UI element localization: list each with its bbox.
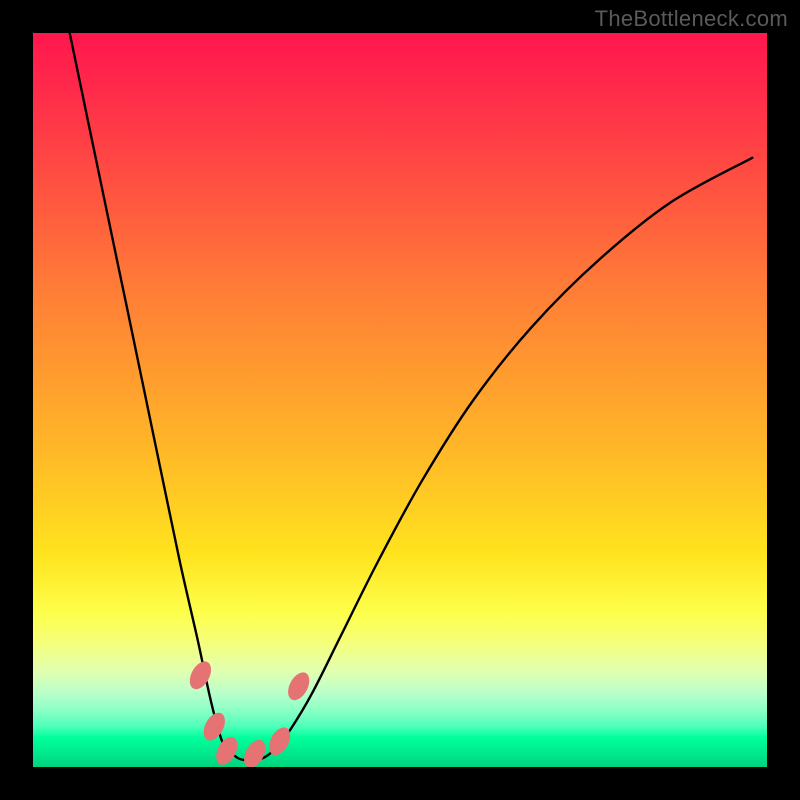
bottleneck-curve bbox=[70, 33, 753, 760]
marker-4 bbox=[240, 736, 270, 767]
chart-frame: TheBottleneck.com bbox=[0, 0, 800, 800]
chart-svg bbox=[33, 33, 767, 767]
watermark: TheBottleneck.com bbox=[595, 6, 788, 32]
marker-3 bbox=[212, 733, 242, 767]
marker-2 bbox=[199, 709, 229, 744]
markers-group bbox=[185, 658, 313, 767]
plot-area bbox=[33, 33, 767, 767]
marker-1 bbox=[185, 658, 215, 693]
